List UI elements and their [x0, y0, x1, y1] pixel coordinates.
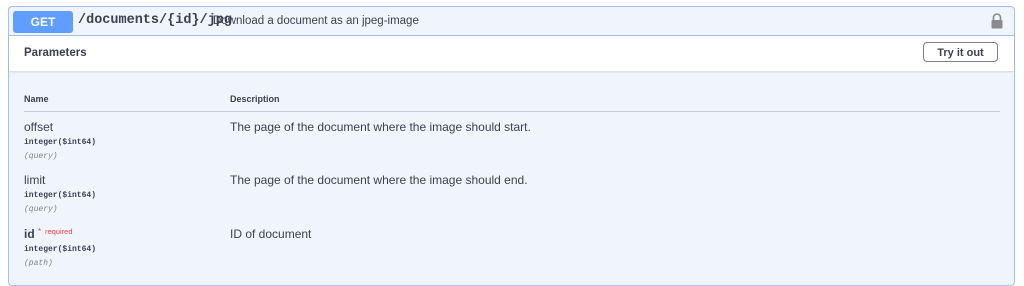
required-label: required	[45, 227, 73, 236]
parameter-type: integer($int64)	[24, 138, 97, 147]
header-divider	[24, 111, 1000, 112]
lock-icon[interactable]	[990, 13, 1004, 29]
parameter-name: limit	[24, 173, 46, 187]
operation-block: GET /documents/{id}/jpg Download a docum…	[8, 6, 1015, 286]
parameter-name: id	[24, 227, 35, 241]
parameter-location: (path)	[24, 259, 53, 268]
parameter-location: (query)	[24, 205, 58, 214]
parameter-location: (query)	[24, 152, 58, 161]
parameter-description: The page of the document where the image…	[230, 120, 531, 134]
parameter-type: integer($int64)	[24, 245, 97, 254]
parameters-title: Parameters	[24, 47, 87, 59]
parameter-description: ID of document	[230, 227, 312, 241]
parameter-description: The page of the document where the image…	[230, 173, 528, 187]
parameter-type: integer($int64)	[24, 191, 97, 200]
endpoint-path: /documents/{id}/jpg	[78, 13, 232, 28]
try-it-out-button[interactable]: Try it out	[923, 42, 998, 62]
parameters-header: Parameters Try it out	[9, 36, 1014, 71]
column-header-description: Description	[230, 94, 280, 104]
required-asterisk: *	[38, 227, 42, 236]
method-badge: GET	[13, 11, 73, 33]
column-header-name: Name	[24, 94, 49, 104]
operation-summary[interactable]: GET /documents/{id}/jpg Download a docum…	[9, 7, 1014, 36]
endpoint-description: Download a document as an jpeg-image	[213, 15, 419, 27]
parameter-name: offset	[24, 120, 54, 134]
